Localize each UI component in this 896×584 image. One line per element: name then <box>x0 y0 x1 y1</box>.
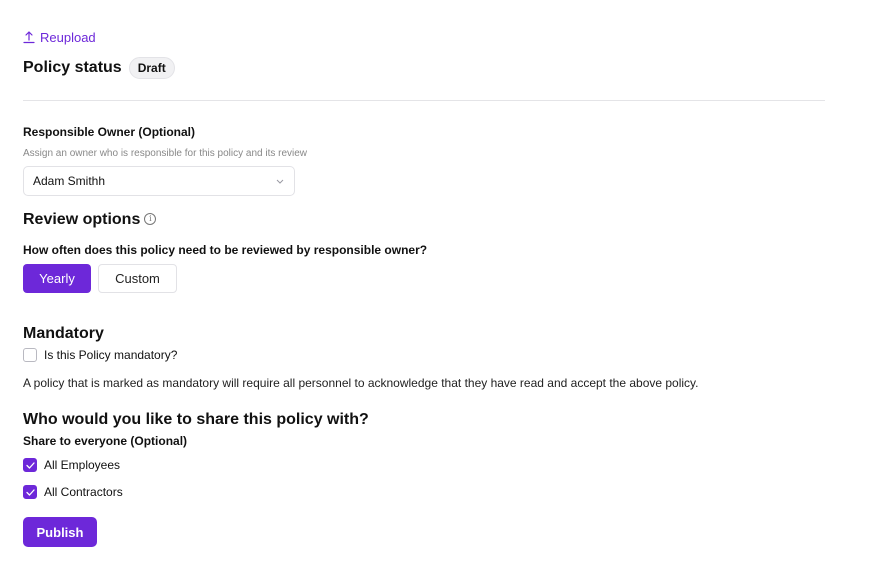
chevron-down-icon <box>276 176 284 186</box>
reupload-label: Reupload <box>40 30 96 45</box>
section-divider <box>23 100 825 101</box>
share-title: Who would you like to share this policy … <box>23 411 369 428</box>
owner-help-text: Assign an owner who is responsible for t… <box>23 148 308 159</box>
review-options-title: Review options i <box>23 211 157 229</box>
policy-status-row: Policy status Draft <box>23 57 175 79</box>
owner-label: Responsible Owner (Optional) <box>23 125 196 139</box>
review-option-custom[interactable]: Custom <box>98 264 177 293</box>
mandatory-checkbox-label: Is this Policy mandatory? <box>44 348 178 362</box>
mandatory-checkbox-row[interactable]: Is this Policy mandatory? <box>23 348 177 362</box>
mandatory-description: A policy that is marked as mandatory wil… <box>23 376 699 390</box>
mandatory-checkbox[interactable] <box>23 348 37 362</box>
mandatory-title: Mandatory <box>23 325 104 342</box>
all-contractors-label: All Contractors <box>44 485 123 499</box>
publish-button[interactable]: Publish <box>23 517 97 547</box>
share-all-employees-row[interactable]: All Employees <box>23 458 120 472</box>
all-employees-checkbox[interactable] <box>23 458 37 472</box>
policy-settings-page: Reupload Policy status Draft Responsible… <box>0 0 896 584</box>
upload-icon <box>23 31 35 44</box>
all-contractors-checkbox[interactable] <box>23 485 37 499</box>
all-employees-label: All Employees <box>44 458 121 472</box>
review-frequency-question: How often does this policy need to be re… <box>23 243 428 257</box>
review-option-yearly[interactable]: Yearly <box>23 264 91 293</box>
info-icon[interactable]: i <box>144 212 157 225</box>
owner-select-value: Adam Smithh <box>33 174 106 188</box>
status-badge: Draft <box>128 57 175 79</box>
share-subtitle: Share to everyone (Optional) <box>23 434 188 448</box>
policy-status-title: Policy status <box>23 59 122 76</box>
check-icon <box>25 488 35 496</box>
check-icon <box>25 461 35 469</box>
reupload-link[interactable]: Reupload <box>23 30 96 45</box>
owner-select[interactable]: Adam Smithh <box>23 166 295 196</box>
review-options-heading: Review options <box>23 211 141 228</box>
share-all-contractors-row[interactable]: All Contractors <box>23 485 123 499</box>
